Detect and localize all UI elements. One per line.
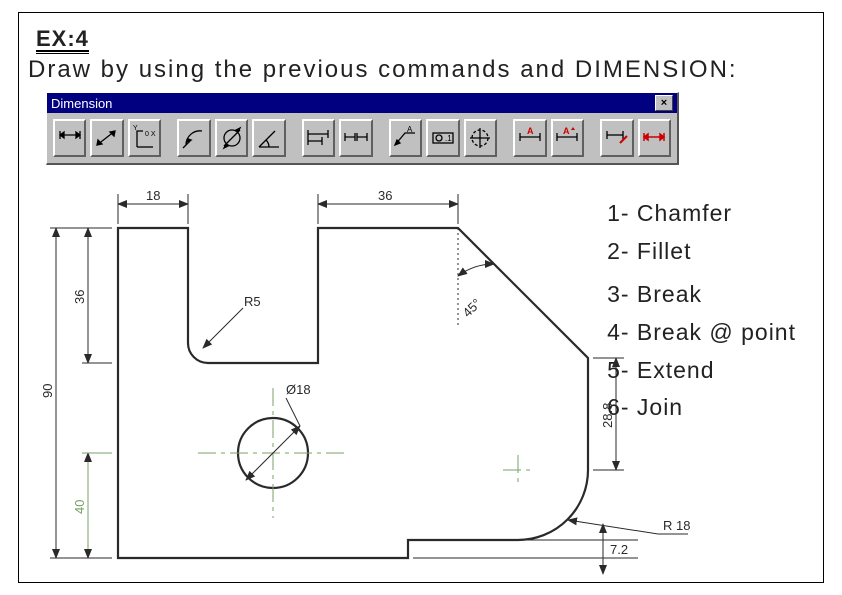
svg-text:0 X: 0 X xyxy=(145,131,156,138)
instruction-text: Draw by using the previous commands and … xyxy=(28,56,738,84)
dim-update-icon[interactable] xyxy=(638,119,671,157)
toolbar-title: Dimension xyxy=(51,96,655,111)
dim-90: 90 xyxy=(40,384,55,398)
svg-text:A: A xyxy=(407,125,413,134)
dim-angle: 45° xyxy=(460,296,485,321)
dim-18: 18 xyxy=(146,188,160,203)
dim-r5: R5 xyxy=(244,294,261,309)
dim-linear-icon[interactable] xyxy=(53,119,86,157)
dim-angular-icon[interactable] xyxy=(252,119,285,157)
dim-40: 40 xyxy=(72,500,87,514)
close-icon[interactable]: × xyxy=(655,95,673,111)
dim-tedit-icon[interactable]: A xyxy=(551,119,584,157)
dim-r18: R 18 xyxy=(663,518,690,533)
dim-edit-icon[interactable]: A xyxy=(513,119,546,157)
exercise-tag: EX:4 xyxy=(36,26,89,54)
dimension-toolbar: Dimension × 0 X Y A .1 A A xyxy=(46,92,679,165)
exercise-tag-text: EX:4 xyxy=(36,26,89,51)
toolbar-buttons: 0 X Y A .1 A A xyxy=(47,113,677,163)
svg-text:.1: .1 xyxy=(445,134,452,143)
svg-text:A: A xyxy=(563,126,570,136)
svg-text:A: A xyxy=(527,126,534,136)
dim-style-icon[interactable] xyxy=(600,119,633,157)
dim-ordinate-icon[interactable]: 0 X Y xyxy=(128,119,161,157)
toolbar-titlebar: Dimension × xyxy=(47,93,677,113)
dim-aligned-icon[interactable] xyxy=(90,119,123,157)
dim-radius-icon[interactable] xyxy=(177,119,210,157)
dim-36: 36 xyxy=(378,188,392,203)
technical-drawing: Ø18 R5 45° 18 36 90 36 40 28.8 R 18 7.2 xyxy=(48,188,668,568)
dim-36v: 36 xyxy=(72,290,87,304)
svg-text:Y: Y xyxy=(133,125,138,132)
dim-288: 28.8 xyxy=(600,403,615,428)
dim-diameter-icon[interactable] xyxy=(215,119,248,157)
dim-leader-icon[interactable]: A xyxy=(389,119,422,157)
dim-72: 7.2 xyxy=(610,542,628,557)
dim-tolerance-icon[interactable]: .1 xyxy=(426,119,459,157)
dim-continue-icon[interactable] xyxy=(339,119,372,157)
dim-center-icon[interactable] xyxy=(464,119,497,157)
dim-baseline-icon[interactable] xyxy=(302,119,335,157)
dim-diameter: Ø18 xyxy=(286,382,311,397)
